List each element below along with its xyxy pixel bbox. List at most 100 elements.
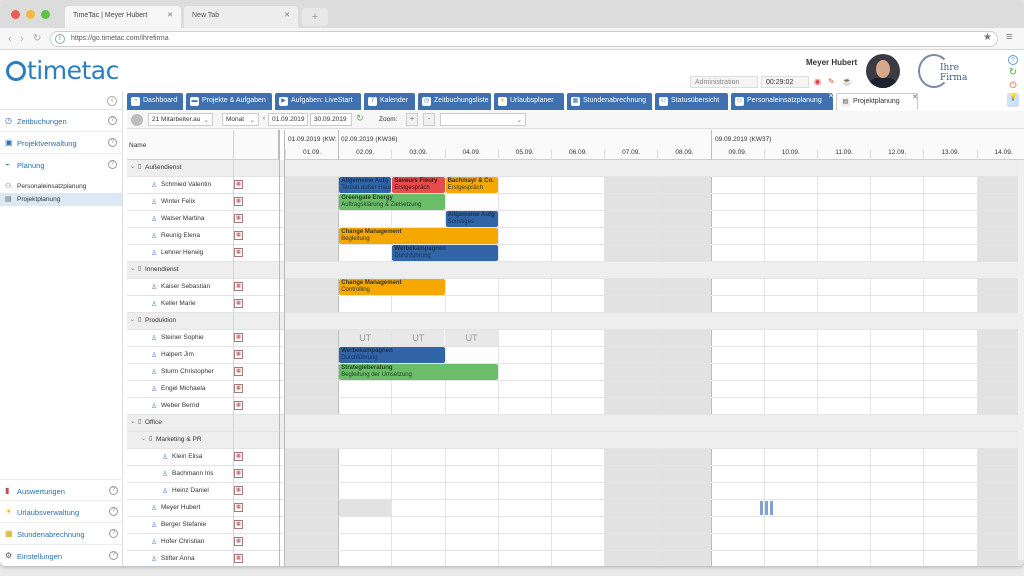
employee-row[interactable]: ♙ ▦ Meyer Hubert [127,500,1024,517]
calendar-icon[interactable]: ▦ [234,384,243,393]
help-icon[interactable]: ? [108,160,117,169]
task-bar[interactable]: Saveurs Fleury Erstgespräch [392,177,445,193]
sidebar-subitem-projektplanung[interactable]: ▤ Projektplanung [0,193,122,206]
view-select[interactable]: Monat ⌄ [222,113,259,126]
expand-icon[interactable]: ⌄ [141,435,146,442]
booking-marker[interactable] [769,501,773,515]
tab-projektplanung[interactable]: ▤ Projektplanung ✕ [836,93,918,110]
employee-row[interactable]: ♙ ▦ Kaiser Sebastian [127,279,1024,296]
employee-select[interactable]: 21 Mitarbeiter.au ⌄ [148,113,213,126]
calendar-icon[interactable]: ▦ [234,282,243,291]
task-bar[interactable]: Allgemeine Aufg Sonstiges [445,211,498,227]
group-row[interactable]: ⌄ ▯ Produktion [127,313,1024,330]
tab-kalender[interactable]: 7 Kalender [364,93,415,110]
tab-projekte-aufgaben[interactable]: ▬ Projekte & Aufgaben [186,93,272,110]
employee-row[interactable]: ♙ ▦ Keller Marie [127,296,1024,313]
sidebar-subitem-personaleinsatzplanung[interactable]: ⚇ Personaleinsatzplanung [0,180,122,193]
tab-urlaubsplaner[interactable]: ☀ Urlaubsplaner [494,93,564,110]
tab-zeitbuchungsliste[interactable]: ◷ Zeitbuchungsliste [418,93,491,110]
task-bar[interactable]: Change Management Controlling [339,279,445,295]
date-to-input[interactable]: 30.09.2019 [310,113,352,126]
forward-icon[interactable]: › [20,33,24,45]
close-tab-icon[interactable]: ✕ [828,92,834,100]
group-row[interactable]: ⌄ ▯ Office [127,415,1024,432]
calendar-icon[interactable]: ▦ [234,231,243,240]
new-tab-button[interactable]: + [302,8,328,26]
calendar-icon[interactable]: ▦ [234,401,243,410]
task-bar[interactable]: Change Management Begleitung [339,228,498,244]
maximize-window-icon[interactable] [41,10,50,19]
employee-row[interactable]: ♙ ▦ Steiner Sophie [127,330,1024,347]
vertical-scrollbar[interactable] [1018,160,1024,560]
calendar-icon[interactable]: ▦ [234,520,243,529]
employee-row[interactable]: ♙ ▦ Heinz Daniel [127,483,1024,500]
sidebar-item-auswertungen[interactable]: ▮ Auswertungen ? [0,479,123,501]
sidebar-item-urlaubsverwaltung[interactable]: ☀ Urlaubsverwaltung ? [0,501,123,523]
absence-cell[interactable]: UT [392,330,445,346]
task-bar[interactable]: Bachmayr & Co. Erstgespräch [445,177,498,193]
calendar-icon[interactable]: ▦ [234,503,243,512]
calendar-icon[interactable]: ▦ [234,367,243,376]
employee-row[interactable]: ♙ ▦ Engel Michaela [127,381,1024,398]
sidebar-item-einstellungen[interactable]: ⚙ Einstellungen ? [0,545,123,566]
avatar[interactable] [866,54,900,88]
browser-tab-new[interactable]: New Tab ✕ [184,6,298,28]
calendar-icon[interactable]: ▦ [234,486,243,495]
tab-statusuebersicht[interactable]: ⚇ Statusübersicht [655,93,728,110]
role-select[interactable]: Administration [690,76,758,88]
expand-icon[interactable]: ⌄ [130,163,135,170]
sidebar-item-planung[interactable]: ⌁ Planung ? [0,154,122,176]
help-icon[interactable]: ? [108,116,117,125]
calendar-icon[interactable]: ▦ [234,452,243,461]
employee-row[interactable]: ♙ ▦ Stifter Anna [127,551,1024,566]
expand-icon[interactable]: ⌄ [130,418,135,425]
absence-cell[interactable]: UT [445,330,498,346]
power-icon[interactable]: ⏻ [1008,80,1018,90]
browser-menu-icon[interactable]: ≡ [1006,31,1012,43]
stop-icon[interactable]: ◉ [814,77,821,86]
calendar-icon[interactable]: ▦ [234,554,243,563]
employee-row[interactable]: ♙ ▦ Klein Elisa [127,449,1024,466]
back-icon[interactable]: ‹ [8,33,12,45]
tab-aufgaben-livestart[interactable]: ▶ Aufgaben: LiveStart [275,93,361,110]
date-from-input[interactable]: 01.09.2019 [268,113,308,126]
help-icon[interactable]: ? [109,551,118,560]
bookmark-star-icon[interactable]: ★ [983,32,992,43]
sidebar-item-zeitbuchungen[interactable]: ◷ Zeitbuchungen ? [0,110,122,132]
refresh-icon[interactable]: ↻ [354,113,366,126]
minimize-window-icon[interactable] [26,10,35,19]
employee-row[interactable]: ♙ ▦ Walser Martina [127,211,1024,228]
task-bar[interactable]: Strategieberatung Begleitung der Umsetzun… [339,364,498,380]
task-bar[interactable]: Werbekampagnen Durchführung [339,347,445,363]
employee-row[interactable]: ♙ ▦ Sturm Christopher [127,364,1024,381]
employee-row[interactable]: ♙ ▦ Lehner Herwig [127,245,1024,262]
browser-tab-timetac[interactable]: TimeTac | Meyer Hubert ✕ [65,6,181,28]
calendar-icon[interactable]: ▦ [234,469,243,478]
task-bar[interactable]: Werbekampagnen Durchführung [392,245,498,261]
close-tab-icon[interactable]: ✕ [912,93,918,101]
calendar-icon[interactable]: ▦ [234,197,243,206]
calendar-icon[interactable]: ▦ [234,333,243,342]
previous-period-button[interactable]: ‹ [260,113,268,126]
employee-row[interactable]: ♙ ▦ Winter Felix [127,194,1024,211]
coffee-icon[interactable]: ☕ [842,77,852,86]
calendar-icon[interactable]: ▦ [234,299,243,308]
employee-row[interactable]: ♙ ▦ Berger Stefanie [127,517,1024,534]
employee-row[interactable]: ♙ ▦ Reunig Elena [127,228,1024,245]
close-window-icon[interactable] [11,10,20,19]
reload-icon[interactable]: ↻ [33,33,41,44]
refresh-icon[interactable]: ↻ [1008,68,1018,78]
calendar-icon[interactable]: ▦ [234,350,243,359]
zoom-out-button[interactable]: - [423,113,435,126]
avatar-placeholder-icon[interactable] [131,114,143,126]
expand-icon[interactable]: ⌄ [130,316,135,323]
edit-icon[interactable]: ✎ [828,77,835,86]
employee-row[interactable]: ♙ ▦ Schmied Valentin [127,177,1024,194]
calendar-icon[interactable]: ▦ [234,180,243,189]
booking-marker[interactable] [759,501,763,515]
absence-cell[interactable]: UT [339,330,392,346]
employee-row[interactable]: ♙ ▦ Weber Bernd [127,398,1024,415]
zoom-in-button[interactable]: + [406,113,418,126]
employee-row[interactable]: ♙ ▦ Hofer Christian [127,534,1024,551]
employee-row[interactable]: ♙ ▦ Halpert Jim [127,347,1024,364]
